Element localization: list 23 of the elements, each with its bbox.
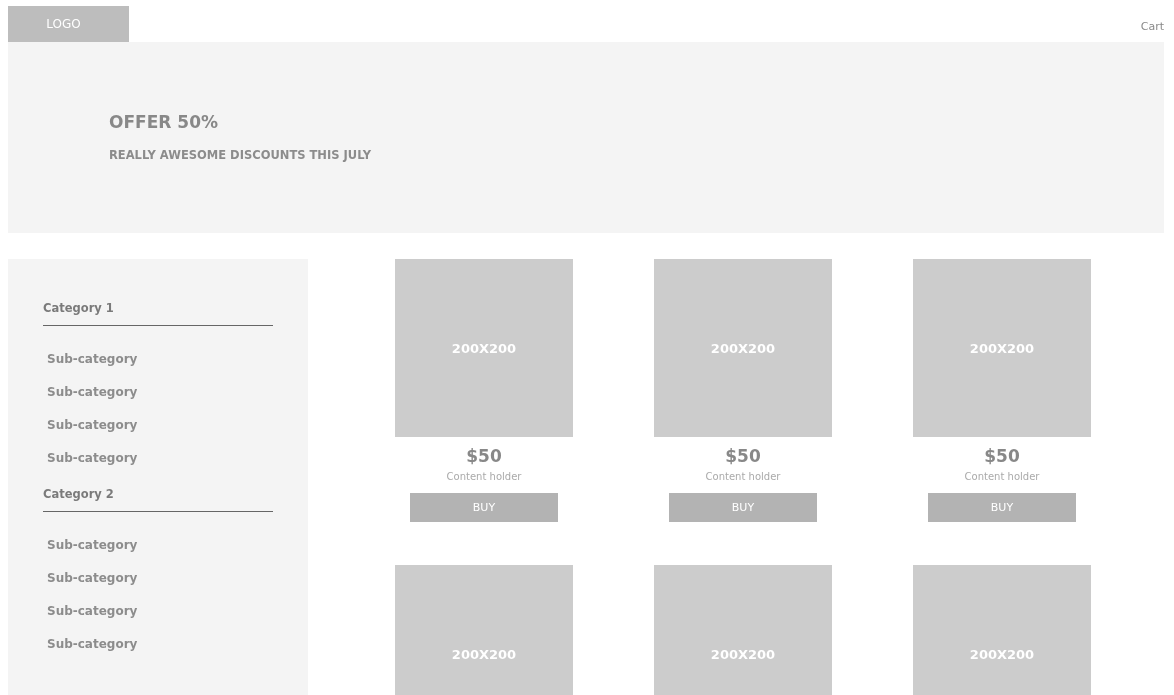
subcategory-link[interactable]: Sub-category xyxy=(47,571,273,585)
hero-title: OFFER 50% xyxy=(109,112,219,132)
buy-button[interactable]: BUY xyxy=(928,493,1076,522)
category-heading[interactable]: Category 1 xyxy=(43,301,273,326)
cart-link[interactable]: Cart xyxy=(1140,20,1164,33)
subcategory-link[interactable]: Sub-category xyxy=(47,604,273,618)
subcategory-link[interactable]: Sub-category xyxy=(47,385,273,399)
product-price: $50 xyxy=(466,446,502,466)
category-heading[interactable]: Category 2 xyxy=(43,487,273,512)
hero-subtitle: REALLY AWESOME DISCOUNTS THIS JULY xyxy=(109,148,373,162)
subcategory-link[interactable]: Sub-category xyxy=(47,418,273,432)
product-description: Content holder xyxy=(964,471,1040,482)
logo[interactable]: LOGO xyxy=(8,6,129,42)
subcategory-link[interactable]: Sub-category xyxy=(47,637,273,651)
product-description: Content holder xyxy=(446,471,522,482)
subcategory-link[interactable]: Sub-category xyxy=(47,538,273,552)
product-price: $50 xyxy=(984,446,1020,466)
subcategory-link[interactable]: Sub-category xyxy=(47,352,273,366)
product-description: Content holder xyxy=(705,471,781,482)
buy-button[interactable]: BUY xyxy=(410,493,558,522)
buy-button[interactable]: BUY xyxy=(669,493,817,522)
product-price: $50 xyxy=(725,446,761,466)
subcategory-link[interactable]: Sub-category xyxy=(47,451,273,465)
